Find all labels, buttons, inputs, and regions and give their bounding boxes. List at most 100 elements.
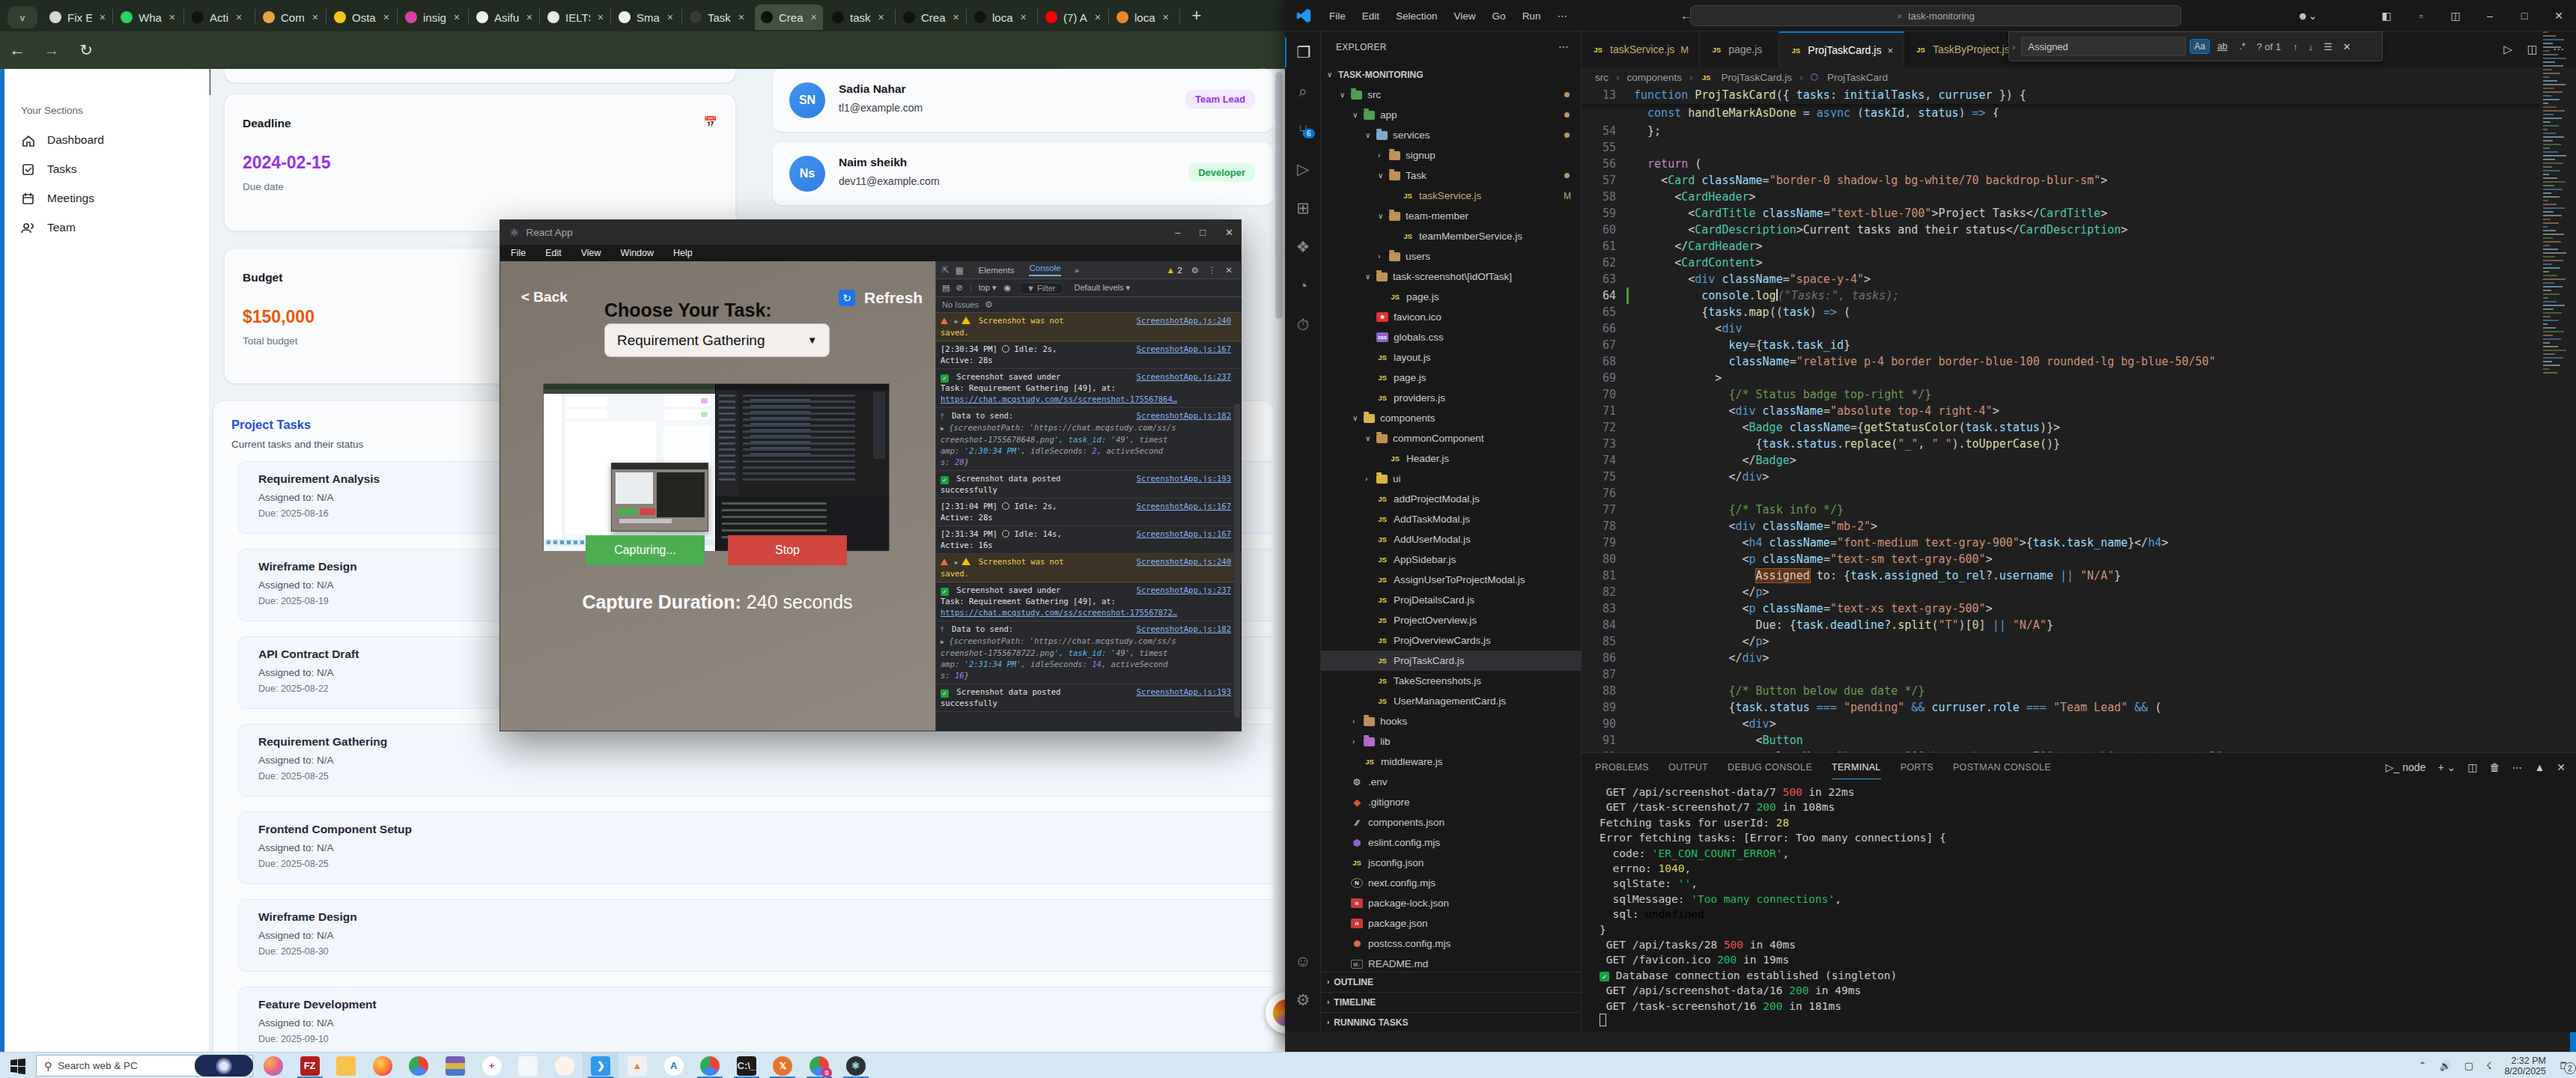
taskbar-icon-explorer[interactable]	[336, 1056, 356, 1076]
taskbar-icon-copilot[interactable]	[264, 1056, 283, 1076]
remote-indicator[interactable]: ⫶	[2570, 1032, 2576, 1053]
menu-window[interactable]: Window	[621, 248, 654, 258]
tree-file[interactable]: JSProjTaskCard.js	[1321, 651, 1582, 671]
back-button[interactable]: < Back	[521, 289, 568, 305]
split-editor-icon[interactable]: ◫	[2527, 43, 2538, 56]
vscode-menu-selection[interactable]: Selection	[1396, 10, 1438, 22]
vscode-menu-view[interactable]: View	[1454, 10, 1476, 22]
tree-folder[interactable]: ›signup	[1321, 145, 1582, 165]
team-member-card[interactable]: NsNaim sheikhdev11@example.comDeveloper	[773, 142, 1273, 205]
taskbar-icon-anydesk[interactable]: A	[664, 1056, 684, 1076]
panel-tab-terminal[interactable]: TERMINAL	[1832, 762, 1881, 779]
taskbar-icon-chrome-s[interactable]: S	[809, 1056, 829, 1076]
taskbar-icon-vlc[interactable]: ▲	[628, 1056, 647, 1076]
capturing-button[interactable]: Capturing...	[586, 535, 705, 565]
editor-tab-page.js[interactable]: JSpage.js	[1700, 31, 1779, 67]
task-dropdown[interactable]: Requirement Gathering ▼	[604, 323, 830, 357]
taskbar-icon-xampp[interactable]: 𝕏	[773, 1056, 792, 1076]
account-icon[interactable]: ☺	[1285, 946, 1321, 976]
panel-tab-problems[interactable]: PROBLEMS	[1595, 762, 1649, 773]
devtools-tab-elements[interactable]: Elements	[979, 266, 1015, 275]
refresh-button[interactable]: ↻ Refresh	[839, 289, 923, 307]
remote-icon[interactable]: ❖	[1285, 232, 1321, 262]
clock[interactable]: 2:32 PM8/20/2025	[2504, 1056, 2546, 1077]
split-terminal-icon[interactable]: ◫	[2467, 761, 2477, 773]
tab-close-icon[interactable]: ×	[953, 11, 959, 23]
panel-tab-postman-console[interactable]: POSTMAN CONSOLE	[1953, 762, 2051, 773]
taskbar-icon-filezilla[interactable]: FZ	[300, 1056, 320, 1076]
tree-file[interactable]: JSHeader.js	[1321, 448, 1582, 469]
tree-file[interactable]: JSProjDetailsCard.js	[1321, 590, 1582, 610]
tree-folder[interactable]: ∨app	[1321, 105, 1582, 125]
kill-terminal-icon[interactable]: 🗑	[2489, 761, 2500, 773]
tree-file[interactable]: JSmiddleware.js	[1321, 752, 1582, 772]
sidebar-item-team[interactable]: Team	[15, 215, 199, 240]
minimize-icon[interactable]: –	[2473, 10, 2507, 22]
sidebar-item-tasks[interactable]: Tasks	[15, 156, 199, 182]
tree-file[interactable]: JSTakeScreenshots.js	[1321, 671, 1582, 691]
close-icon[interactable]: ✕	[1225, 227, 1233, 238]
tree-file[interactable]: JSAddUserModal.js	[1321, 529, 1582, 549]
browser-tab[interactable]: task×	[826, 4, 894, 30]
tab-close-icon[interactable]: ×	[878, 11, 884, 23]
panel-tab-debug-console[interactable]: DEBUG CONSOLE	[1728, 762, 1812, 773]
taskbar-icon-terminal[interactable]: C:\_	[737, 1056, 756, 1076]
tab-close-icon[interactable]: ×	[454, 11, 460, 23]
tab-close-icon[interactable]: ×	[1163, 11, 1169, 23]
timer-icon[interactable]: ⏱	[1285, 310, 1321, 340]
tree-folder[interactable]: ›hooks	[1321, 711, 1582, 731]
vscode-menu-file[interactable]: File	[1329, 10, 1346, 22]
tree-file[interactable]: ✺postcss.config.mjs	[1321, 934, 1582, 954]
vscode-search-box[interactable]: ⌕task-monitoring	[1690, 5, 2181, 26]
panel-more-icon[interactable]: ⋯	[2512, 761, 2522, 773]
task-item[interactable]: Wireframe DesignAssigned to: N/ADue: 202…	[238, 899, 1273, 972]
console-source-link[interactable]: ScreenshotApp.js:237	[1137, 585, 1231, 596]
debug-icon[interactable]: ▷	[1285, 154, 1321, 184]
tree-folder[interactable]: ∨src	[1321, 85, 1582, 105]
panel-tab-output[interactable]: OUTPUT	[1668, 762, 1708, 773]
find-close-icon[interactable]: ✕	[2343, 41, 2351, 52]
tree-file[interactable]: JSAppSidebar.js	[1321, 549, 1582, 570]
tree-folder[interactable]: ∨services	[1321, 125, 1582, 145]
minimap[interactable]	[2543, 31, 2566, 406]
tab-close-icon[interactable]: ×	[1095, 11, 1101, 23]
log-levels-dropdown[interactable]: Default levels ▾	[1075, 283, 1131, 293]
tree-file[interactable]: ★favicon.ico	[1321, 307, 1582, 327]
console-filter-input[interactable]: ▼ Filter	[1018, 282, 1063, 294]
tree-folder[interactable]: ∨commonComponent	[1321, 428, 1582, 448]
tree-file[interactable]: ⬢eslint.config.mjs	[1321, 832, 1582, 853]
browser-tab[interactable]: Sma×	[613, 4, 681, 30]
tree-file[interactable]: JSlayout.js	[1321, 347, 1582, 368]
tree-folder[interactable]: ›ui	[1321, 469, 1582, 489]
devtools-settings-icon[interactable]: ⚙	[1191, 265, 1199, 275]
start-button[interactable]	[9, 1057, 27, 1075]
tree-file[interactable]: Nnext.config.mjs	[1321, 873, 1582, 893]
new-tab-button[interactable]: +	[1186, 5, 1207, 26]
match-case-button[interactable]: Aa	[2190, 40, 2209, 53]
tab-close-icon[interactable]: ×	[598, 11, 604, 23]
panel-close-icon[interactable]: ✕	[2557, 761, 2566, 773]
browser-tab[interactable]: (7) A×	[1039, 4, 1108, 30]
tree-file[interactable]: JSproviders.js	[1321, 388, 1582, 408]
tab-close-icon[interactable]: ×	[100, 11, 106, 23]
find-in-selection-icon[interactable]: ☰	[2324, 41, 2333, 52]
browser-tab[interactable]: Asifu×	[470, 4, 538, 30]
extensions-icon[interactable]: ⊞	[1285, 193, 1321, 223]
cast-icon[interactable]: ▢	[2464, 1060, 2473, 1071]
sidebar-item-meetings[interactable]: Meetings	[15, 186, 199, 211]
console-source-link[interactable]: ScreenshotApp.js:167	[1137, 501, 1231, 512]
tree-file[interactable]: JSAddTaskModal.js	[1321, 509, 1582, 529]
menu-view[interactable]: View	[581, 248, 601, 258]
eye-icon[interactable]: ◉	[1004, 283, 1012, 293]
more-tabs-icon[interactable]: »	[1075, 266, 1079, 275]
taskbar-icon-winrar[interactable]	[446, 1056, 465, 1076]
find-next-icon[interactable]: ↓	[2308, 41, 2313, 52]
tab-close-icon[interactable]: ×	[738, 11, 744, 23]
console-source-link[interactable]: ScreenshotApp.js:182	[1137, 624, 1231, 635]
devtools-scrollbar[interactable]	[1234, 404, 1240, 718]
tree-file[interactable]: JSUserManagementCard.js	[1321, 691, 1582, 711]
volume-icon[interactable]: 🔊	[2439, 1060, 2451, 1071]
clear-console-icon[interactable]: ⊘	[956, 283, 962, 293]
inspect-icon[interactable]: ⇱	[942, 265, 950, 275]
search-icon[interactable]: ⌕	[1285, 76, 1321, 106]
